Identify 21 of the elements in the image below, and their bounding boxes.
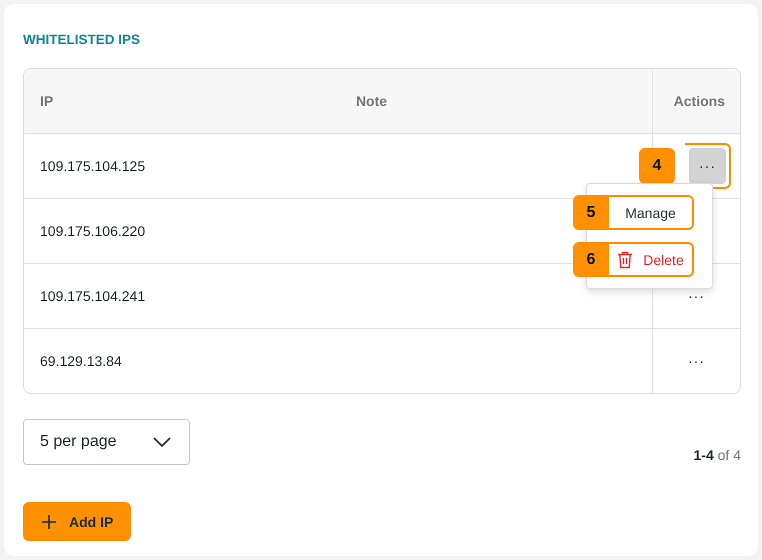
ip-cell: 109.175.104.241	[40, 288, 146, 304]
column-header: Actions	[674, 93, 725, 109]
menu-item[interactable]: Manage	[609, 195, 694, 230]
ip-cell: 109.175.106.220	[40, 223, 146, 239]
chevron-down-icon	[153, 437, 171, 447]
trash-icon	[617, 250, 634, 268]
column-header: IP	[40, 93, 54, 109]
plus-icon	[41, 514, 57, 530]
per-page-select[interactable]: 5 per page	[23, 419, 190, 465]
step-badge: 4	[639, 148, 675, 184]
more-button[interactable]: ···	[680, 284, 713, 308]
step-badge: 6	[573, 242, 609, 277]
column-header: Note	[356, 93, 388, 109]
delete-item[interactable]: Delete	[609, 242, 694, 277]
section-title: WHITELISTED IPS	[23, 32, 142, 49]
ip-cell: 69.129.13.84	[40, 353, 122, 369]
more-button[interactable]: ···	[680, 349, 713, 373]
step-badge: 5	[573, 195, 609, 230]
ip-cell: 109.175.104.125	[40, 158, 146, 174]
add-ip-button[interactable]: Add IP	[23, 502, 132, 541]
page-range: 1-4 of 4	[694, 447, 741, 465]
